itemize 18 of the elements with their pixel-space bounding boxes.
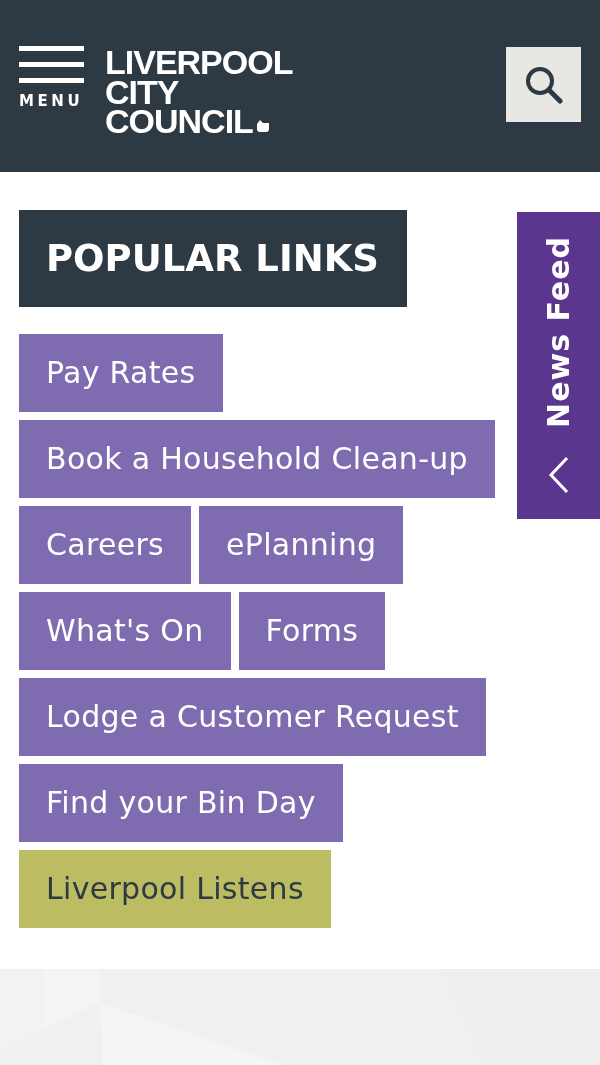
quick-link-button[interactable]: Liverpool Listens <box>19 850 331 928</box>
quick-link-button[interactable]: What's On <box>19 592 231 670</box>
section-heading: POPULAR LINKS <box>19 210 407 307</box>
quick-link-button[interactable]: Book a Household Clean-up <box>19 420 495 498</box>
quick-link-button[interactable]: Pay Rates <box>19 334 223 412</box>
quick-link-button[interactable]: Lodge a Customer Request <box>19 678 486 756</box>
search-icon <box>524 65 563 104</box>
news-feed-tab[interactable]: News Feed <box>517 212 600 519</box>
quick-link-button[interactable]: Careers <box>19 506 191 584</box>
quick-link-button[interactable]: ePlanning <box>199 506 404 584</box>
menu-button[interactable]: MENU <box>19 46 84 110</box>
menu-icon <box>19 46 84 83</box>
search-button[interactable] <box>506 47 581 122</box>
quick-link-button[interactable]: Forms <box>238 592 386 670</box>
chevron-left-icon <box>547 455 570 494</box>
logo-mark-icon <box>255 119 270 133</box>
logo-link[interactable]: LIVERPOOL CITY COUNCIL <box>105 48 293 137</box>
quick-link-button[interactable]: Find your Bin Day <box>19 764 343 842</box>
